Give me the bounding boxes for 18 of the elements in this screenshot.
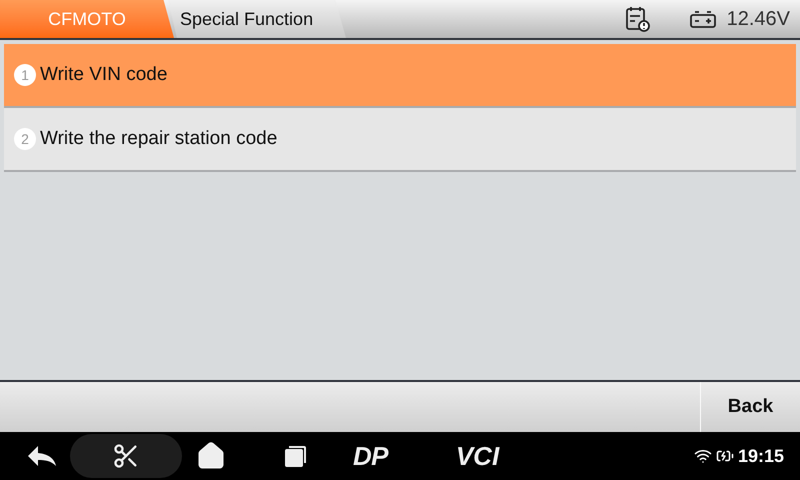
item-number: 1 xyxy=(14,64,36,86)
menu-item[interactable]: 2 Write the repair station code xyxy=(4,108,796,172)
tab[interactable]: Special Function xyxy=(168,0,346,38)
dp-logo[interactable]: DP xyxy=(353,436,388,476)
home-icon[interactable] xyxy=(196,441,226,471)
back-arrow-icon[interactable] xyxy=(26,444,58,468)
item-label: Write the repair station code xyxy=(40,126,278,151)
vci-logo[interactable]: VCI xyxy=(456,436,500,476)
calendar-alert-icon xyxy=(624,5,651,33)
item-label: Write VIN code xyxy=(40,62,168,87)
windows-icon[interactable] xyxy=(283,443,309,469)
menu-item[interactable]: 1 Write VIN code xyxy=(4,44,796,108)
wifi-icon xyxy=(694,447,712,465)
item-number: 2 xyxy=(14,128,36,150)
battery-icon xyxy=(688,9,717,29)
voltage-reading: 12.46V xyxy=(726,7,790,32)
clock: 19:15 xyxy=(738,444,784,468)
scissors-button[interactable] xyxy=(70,434,182,478)
